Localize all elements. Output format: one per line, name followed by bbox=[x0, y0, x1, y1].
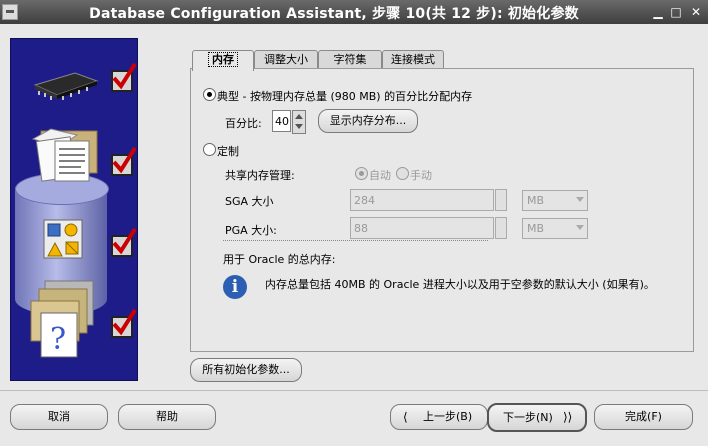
chevron-right-icon: ⟩⟩ bbox=[563, 410, 573, 424]
step-checkbox bbox=[111, 227, 137, 257]
spin-down-icon[interactable] bbox=[295, 124, 303, 129]
next-button[interactable]: 下一步(N) ⟩⟩ bbox=[487, 403, 587, 432]
window-title: Database Configuration Assistant, 步骤 10(… bbox=[89, 6, 579, 22]
spin-up-icon[interactable] bbox=[295, 114, 303, 119]
chevron-down-icon bbox=[576, 225, 584, 230]
tab-charset[interactable]: 字符集 bbox=[318, 50, 382, 70]
percent-spinner[interactable] bbox=[292, 110, 306, 134]
chip-icon bbox=[33, 72, 99, 100]
checkmark-icon bbox=[112, 227, 137, 255]
shared-memory-label: 共享内存管理: bbox=[225, 169, 295, 182]
typical-label: 典型 - 按物理内存总量 (980 MB) 的百分比分配内存 bbox=[217, 90, 473, 103]
tab-connection-mode[interactable]: 连接模式 bbox=[382, 50, 444, 70]
custom-radio[interactable] bbox=[203, 143, 216, 156]
show-memory-distribution-button[interactable]: 显示内存分布... bbox=[318, 109, 418, 133]
tab-memory[interactable]: 内存 bbox=[192, 50, 254, 71]
svg-text:?: ? bbox=[50, 322, 66, 357]
info-text: 内存总量包括 40MB 的 Oracle 进程大小以及用于空参数的默认大小 (如… bbox=[265, 278, 655, 291]
checkmark-icon bbox=[112, 62, 137, 90]
tab-sizing[interactable]: 调整大小 bbox=[254, 50, 318, 70]
shapes-icon bbox=[43, 219, 83, 259]
typical-radio[interactable] bbox=[203, 88, 216, 101]
pga-input[interactable]: 88 bbox=[350, 217, 494, 239]
sga-label: SGA 大小 bbox=[225, 195, 274, 208]
documents-folder-icon bbox=[31, 128, 98, 182]
info-icon: i bbox=[223, 275, 247, 299]
pga-label: PGA 大小: bbox=[225, 224, 277, 237]
sga-input[interactable]: 284 bbox=[350, 189, 494, 211]
minimize-icon[interactable]: ▁ bbox=[650, 4, 666, 20]
finish-button[interactable]: 完成(F) bbox=[594, 404, 693, 430]
manual-label: 手动 bbox=[410, 169, 432, 182]
chevron-left-icon: ⟨ bbox=[403, 410, 408, 424]
sga-spinner[interactable] bbox=[495, 189, 507, 211]
help-folder-icon: ? bbox=[30, 280, 94, 358]
step-checkbox bbox=[111, 62, 137, 92]
title-bar: Database Configuration Assistant, 步骤 10(… bbox=[0, 0, 708, 24]
maximize-icon[interactable]: □ bbox=[668, 4, 684, 20]
percent-input[interactable]: 40 bbox=[272, 110, 291, 132]
checkmark-icon bbox=[112, 146, 137, 174]
pga-unit-select[interactable]: MB bbox=[522, 218, 588, 239]
percent-label: 百分比: bbox=[225, 117, 262, 130]
cancel-button[interactable]: 取消 bbox=[10, 404, 108, 430]
wizard-step-panel: ? bbox=[10, 38, 138, 381]
pga-spinner[interactable] bbox=[495, 217, 507, 239]
help-button[interactable]: 帮助 bbox=[118, 404, 216, 430]
checkmark-icon bbox=[112, 308, 137, 336]
manual-radio[interactable] bbox=[396, 167, 409, 180]
auto-label: 自动 bbox=[369, 169, 391, 182]
footer-divider bbox=[0, 390, 708, 391]
custom-label: 定制 bbox=[217, 145, 239, 158]
sga-unit-select[interactable]: MB bbox=[522, 190, 588, 211]
auto-radio[interactable] bbox=[355, 167, 368, 180]
divider bbox=[223, 240, 488, 241]
all-init-params-button[interactable]: 所有初始化参数... bbox=[190, 358, 302, 382]
back-button[interactable]: ⟨ 上一步(B) bbox=[390, 404, 488, 430]
close-icon[interactable]: ✕ bbox=[688, 4, 704, 20]
total-memory-label: 用于 Oracle 的总内存: bbox=[223, 253, 336, 266]
step-checkbox bbox=[111, 308, 137, 338]
step-checkbox bbox=[111, 146, 137, 176]
chevron-down-icon bbox=[576, 197, 584, 202]
